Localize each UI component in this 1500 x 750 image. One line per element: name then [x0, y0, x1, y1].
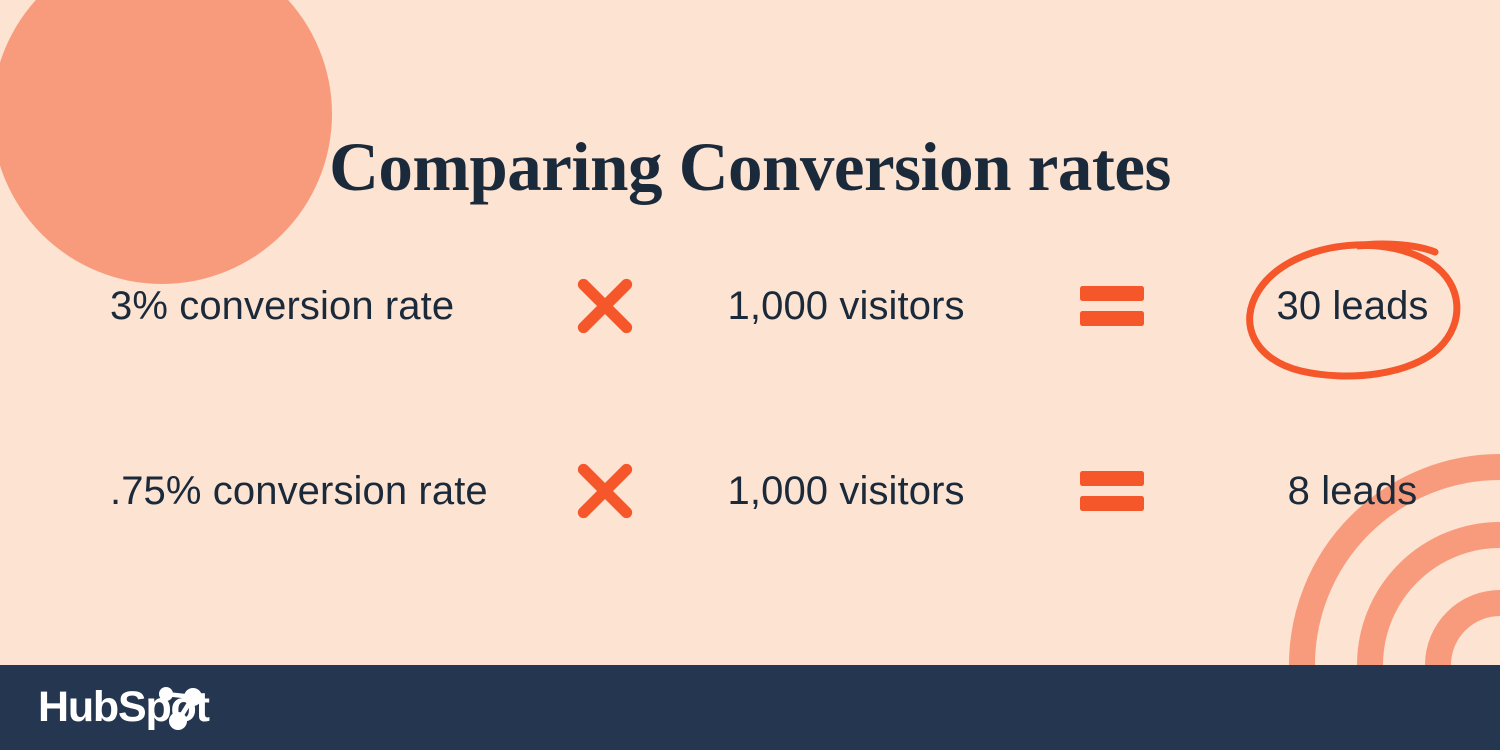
conversion-rate-cell: .75% conversion rate	[0, 443, 536, 539]
equation-row: 3% conversion rate 1,000 visitors 30 lea…	[0, 240, 1500, 380]
conversion-rate-label: .75% conversion rate	[110, 468, 488, 513]
visitors-label: 1,000 visitors	[727, 283, 965, 328]
infographic-canvas: Comparing Conversion rates 3% conversion…	[0, 0, 1500, 750]
result-label: 8 leads	[1287, 468, 1418, 513]
result-cell: 30 leads	[1205, 240, 1500, 380]
multiply-icon	[578, 463, 633, 519]
equals-operator-cell	[1018, 258, 1205, 354]
equals-operator-cell	[1018, 443, 1205, 539]
hubspot-logo: HubSpot	[38, 683, 211, 731]
equals-icon	[1079, 286, 1144, 326]
multiply-operator-cell	[536, 258, 674, 354]
equation-row: .75% conversion rate 1,000 visitors 8 le…	[0, 443, 1500, 539]
page-title: Comparing Conversion rates	[329, 129, 1171, 205]
conversion-rate-cell: 3% conversion rate	[0, 258, 536, 354]
result-cell: 8 leads	[1205, 443, 1500, 539]
result-label: 30 leads	[1276, 283, 1429, 328]
conversion-rate-label: 3% conversion rate	[110, 283, 455, 328]
equals-icon	[1079, 471, 1144, 511]
multiply-operator-cell	[536, 443, 674, 539]
multiply-icon	[578, 278, 633, 334]
footer-bar: HubSpot	[0, 665, 1500, 750]
visitors-cell: 1,000 visitors	[674, 258, 1018, 354]
visitors-cell: 1,000 visitors	[674, 443, 1018, 539]
visitors-label: 1,000 visitors	[727, 468, 965, 513]
highlighted-result: 30 leads	[1233, 240, 1473, 380]
